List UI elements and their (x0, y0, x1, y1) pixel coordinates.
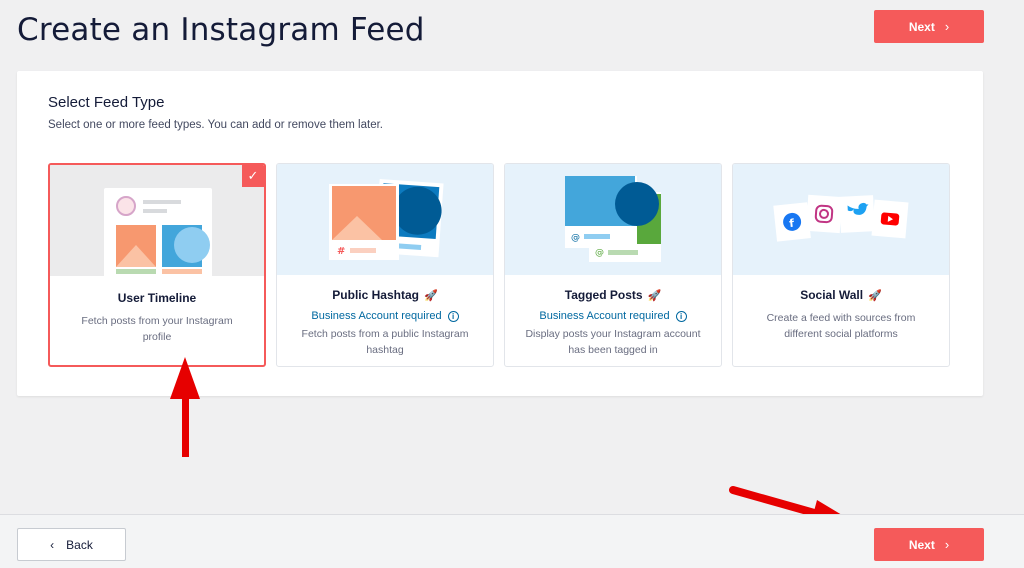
page-title: Create an Instagram Feed (17, 12, 425, 48)
rocket-icon: 🚀 (423, 289, 438, 302)
feed-type-tagged-posts[interactable]: @ @ Tagged Posts 🚀 Business Account requ… (504, 163, 722, 367)
tagged-posts-illustration: @ @ (505, 164, 721, 275)
feed-type-description: Fetch posts from a public Instagram hash… (301, 328, 469, 356)
next-label: Next (908, 19, 935, 34)
chevron-right-icon: › (944, 537, 950, 552)
svg-text:#: # (337, 246, 345, 257)
feed-type-name: Public Hashtag 🚀 (332, 288, 438, 302)
selected-check-icon: ✓ (242, 165, 264, 187)
public-hashtag-illustration: # (277, 164, 493, 275)
svg-text:@: @ (595, 248, 604, 258)
user-timeline-illustration (50, 165, 264, 276)
business-account-note: Business Account required i (505, 310, 721, 322)
feed-type-public-hashtag[interactable]: # Public Hashtag 🚀 Business Account requ… (276, 163, 494, 367)
next-button-bottom[interactable]: Next › (874, 528, 984, 561)
section-subtitle: Select one or more feed types. You can a… (48, 119, 383, 131)
chevron-right-icon: › (944, 19, 950, 34)
feed-type-description: Display posts your Instagram account has… (525, 328, 701, 356)
info-icon[interactable]: i (675, 310, 687, 322)
feed-type-name: Social Wall 🚀 (800, 288, 882, 302)
feed-type-panel: Select Feed Type Select one or more feed… (17, 71, 983, 396)
rocket-icon: 🚀 (868, 289, 882, 302)
svg-text:@: @ (571, 233, 580, 243)
section-title: Select Feed Type (48, 94, 165, 111)
info-icon[interactable]: i (447, 310, 459, 322)
chevron-left-icon: ‹ (50, 537, 55, 552)
feed-type-social-wall[interactable]: f Social Wall 🚀 Create a feed with sourc… (732, 163, 950, 367)
footer-bar (0, 514, 1024, 568)
feed-type-description: Fetch posts from your Instagram profile (81, 315, 233, 343)
social-wall-illustration: f (733, 164, 949, 275)
annotation-arrow-up (170, 357, 200, 457)
back-label: Back (66, 537, 93, 552)
feed-type-user-timeline[interactable]: ✓ User Timeline Fetch posts from your In… (48, 163, 266, 367)
business-account-note: Business Account required i (277, 310, 493, 322)
next-button-top[interactable]: Next › (874, 10, 984, 43)
next-label: Next (908, 537, 935, 552)
rocket-icon: 🚀 (647, 289, 662, 302)
feed-type-description: Create a feed with sources from differen… (766, 312, 916, 340)
back-button[interactable]: ‹ Back (17, 528, 126, 561)
feed-type-name: User Timeline (117, 291, 197, 305)
feed-type-name: Tagged Posts 🚀 (564, 288, 662, 302)
